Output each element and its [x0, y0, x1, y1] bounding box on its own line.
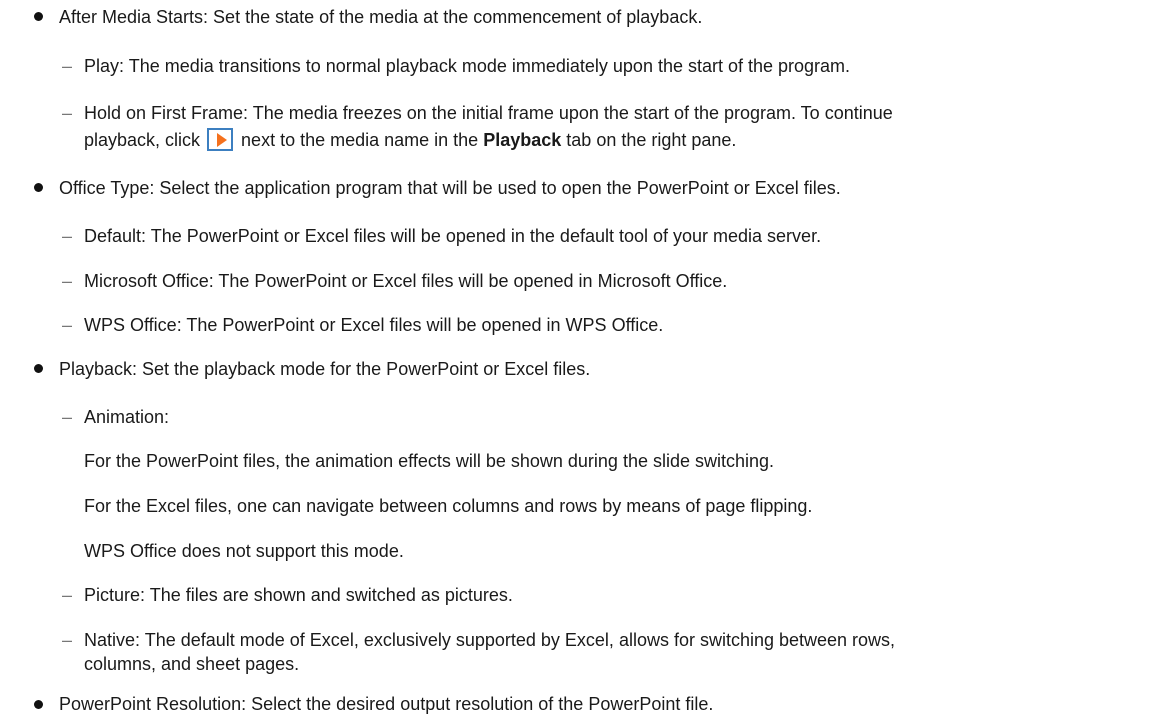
powerpoint-resolution-item: PowerPoint Resolution: Select the desire…	[59, 694, 714, 714]
wps-office-option: WPS Office: The PowerPoint or Excel file…	[84, 315, 664, 335]
dash-marker: –	[62, 226, 73, 246]
native-option-continuation: columns, and sheet pages.	[84, 654, 300, 674]
after-media-starts-item: After Media Starts: Set the state of the…	[59, 7, 703, 27]
dash-marker: –	[62, 103, 73, 123]
hold-text-b: next to the media name in the	[241, 130, 479, 150]
play-icon	[207, 128, 234, 151]
dash-marker: –	[62, 630, 73, 650]
default-office-option: Default: The PowerPoint or Excel files w…	[84, 226, 822, 246]
animation-option: Animation:	[84, 407, 170, 427]
native-option: Native: The default mode of Excel, exclu…	[84, 630, 896, 650]
dash-marker: –	[62, 585, 73, 605]
animation-excel-note: For the Excel files, one can navigate be…	[84, 496, 813, 516]
dash-marker: –	[62, 407, 73, 427]
bullet-icon	[34, 183, 43, 192]
playback-tab-label: Playback	[483, 130, 562, 150]
bullet-icon	[34, 700, 43, 709]
hold-on-first-frame-continuation: playback, click next to the media name in…	[84, 128, 736, 151]
hold-text-a: playback, click	[84, 130, 201, 150]
dash-marker: –	[62, 56, 73, 76]
hold-on-first-frame-option: Hold on First Frame: The media freezes o…	[84, 103, 893, 123]
animation-wps-note: WPS Office does not support this mode.	[84, 541, 404, 561]
office-type-item: Office Type: Select the application prog…	[59, 178, 841, 198]
playback-item: Playback: Set the playback mode for the …	[59, 359, 591, 379]
microsoft-office-option: Microsoft Office: The PowerPoint or Exce…	[84, 271, 728, 291]
dash-marker: –	[62, 315, 73, 335]
dash-marker: –	[62, 271, 73, 291]
animation-powerpoint-note: For the PowerPoint files, the animation …	[84, 451, 775, 471]
bullet-icon	[34, 364, 43, 373]
hold-text-c: tab on the right pane.	[566, 130, 737, 150]
play-option: Play: The media transitions to normal pl…	[84, 56, 851, 76]
bullet-icon	[34, 12, 43, 21]
picture-option: Picture: The files are shown and switche…	[84, 585, 513, 605]
